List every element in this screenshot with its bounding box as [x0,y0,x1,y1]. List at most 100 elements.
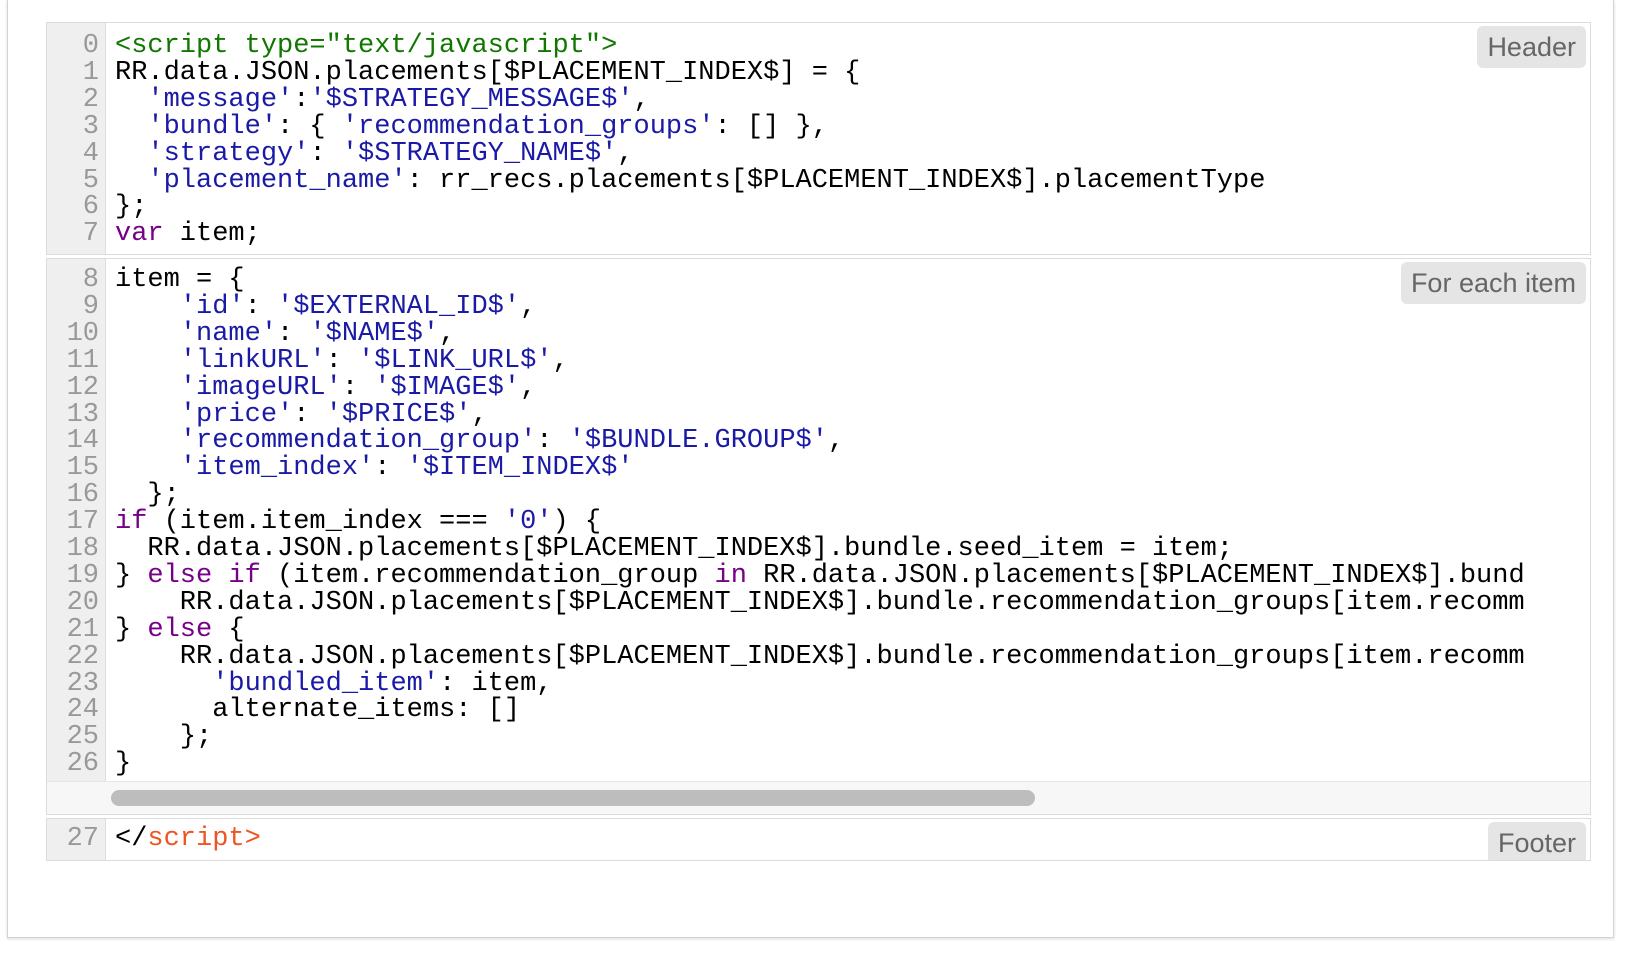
code-line[interactable]: 19} else if (item.recommendation_group i… [47,562,1590,590]
code-text[interactable]: 'id': '$EXTERNAL_ID$', [115,293,536,321]
scrollbar-thumb[interactable] [111,790,1035,806]
code-token: , [633,84,650,115]
code-line[interactable]: 20 RR.data.JSON.placements[$PLACEMENT_IN… [47,589,1590,617]
code-token: (item.recommendation_group [260,560,715,591]
code-line[interactable]: 2 'message':'$STRATEGY_MESSAGE$', [47,86,1590,114]
code-token: , [552,345,569,376]
code-text[interactable]: RR.data.JSON.placements[$PLACEMENT_INDEX… [115,535,1233,563]
code-line[interactable]: 22 RR.data.JSON.placements[$PLACEMENT_IN… [47,641,1590,672]
code-line[interactable]: 17 if (item.item_index === '0') { [47,508,1590,536]
code-text[interactable]: } else { [115,616,245,644]
code-line[interactable]: 11 'linkURL': '$LINK_URL$', [47,345,1590,376]
footer-section[interactable]: 27 </script> Footer [46,818,1591,861]
code-line[interactable]: 27 </script> [47,825,1590,853]
code-line[interactable]: 15 'item_index': '$ITEM_INDEX$' [47,454,1590,482]
code-text[interactable]: }; [115,193,147,221]
code-text[interactable]: </script> [115,825,261,853]
code-token: : [244,291,278,322]
line-number: 27 [66,824,99,854]
code-text[interactable]: }; [115,480,180,511]
code-token: }; [115,722,213,753]
code-text[interactable]: 'name': '$NAME$', [115,320,455,348]
code-text[interactable]: RR.data.JSON.placements[$PLACEMENT_INDEX… [115,59,860,87]
code-text[interactable]: 'strategy': '$STRATEGY_NAME$', [115,138,633,169]
code-line[interactable]: 24 alternate_items: [] [47,696,1590,724]
line-number: 0 [82,31,99,61]
code-line[interactable]: 21 } else { [47,614,1590,645]
code-text[interactable]: alternate_items: [] [115,696,520,724]
code-line[interactable]: 25 }; [47,723,1590,751]
code-line[interactable]: 12 'imageURL': '$IMAGE$', [47,372,1590,403]
code-token: : [341,372,375,403]
code-text[interactable]: item = { [115,266,245,294]
code-line[interactable]: 14 'recommendation_group': '$BUNDLE.GROU… [47,427,1590,455]
line-number: 8 [82,265,99,295]
code-line[interactable]: 26} [47,750,1590,778]
line-number: 21 [66,614,99,645]
line-number: 14 [66,426,99,457]
code-text[interactable]: } [115,750,131,778]
line-number: 18 [66,534,99,564]
code-text[interactable]: 'bundled_item': item, [115,669,552,699]
code-text[interactable]: 'message':'$STRATEGY_MESSAGE$', [115,84,650,115]
code-line[interactable]: 4 'strategy': '$STRATEGY_NAME$', [47,138,1590,169]
for-each-item-section[interactable]: 8 item = {9 'id': '$EXTERNAL_ID$', 10 'nam… [46,258,1591,815]
code-text[interactable]: RR.data.JSON.placements[$PLACEMENT_INDEX… [115,589,1525,617]
code-token: } [115,749,132,780]
line-number: 11 [66,345,99,376]
code-token: : [] }, [714,111,828,142]
line-number: 23 [66,668,99,699]
code-token: RR.data.JSON.placements[$PLACEMENT_INDEX… [115,641,1525,672]
code-token: RR.data.JSON.placements[$PLACEMENT_INDEX… [115,534,1233,564]
section-label-header: Header [1477,26,1586,68]
code-token: '$LINK_URL$' [358,345,553,376]
code-line[interactable]: 10 'name': '$NAME$', [47,320,1590,348]
header-section[interactable]: 0 <script type="text/javascript"> 1 RR.data… [46,22,1591,255]
code-line[interactable]: 9 'id': '$EXTERNAL_ID$', [47,293,1590,321]
code-token: }; [115,480,180,511]
code-text[interactable]: 'recommendation_group': '$BUNDLE.GROUP$'… [115,427,844,455]
code-line[interactable]: 23 'bundled_item': item, [47,668,1590,699]
code-text[interactable]: 'imageURL': '$IMAGE$', [115,372,536,403]
code-line[interactable]: 8 item = { [47,266,1590,294]
code-token: '$BUNDLE.GROUP$' [568,426,828,457]
code-line[interactable]: 18 RR.data.JSON.placements[$PLACEMENT_IN… [47,535,1590,563]
code-text[interactable]: RR.data.JSON.placements[$PLACEMENT_INDEX… [115,641,1525,672]
code-text[interactable]: 'linkURL': '$LINK_URL$', [115,347,569,375]
code-text[interactable]: 'price': '$PRICE$', [115,400,488,429]
line-number: 6 [82,192,99,223]
code-token: : [277,318,310,349]
code-token: : [309,138,342,169]
code-line[interactable]: 3 'bundle': { 'recommendation_groups': [… [47,112,1590,141]
horizontal-scrollbar[interactable] [47,781,1590,814]
code-text[interactable]: 'bundle': { 'recommendation_groups': [] … [115,113,828,141]
code-token: <script type="text/javascript"> [115,31,618,61]
code-token: ) { [552,507,602,538]
code-token: '$STRATEGY_NAME$' [341,138,618,169]
line-number: 22 [66,641,99,672]
editor-panel: 0 <script type="text/javascript"> 1 RR.data… [7,0,1614,938]
code-line[interactable]: 5 'placement_name': rr_recs.placements[$… [47,165,1590,196]
code-token: 'linkURL' [179,345,326,376]
code-token: { [212,614,245,645]
line-number: 16 [66,480,99,511]
code-text[interactable]: var item; [115,220,261,248]
code-line[interactable]: 6}; [47,193,1590,221]
code-text[interactable]: if (item.item_index === '0') { [115,508,601,536]
code-line[interactable]: 13 'price': '$PRICE$', [47,400,1590,429]
code-line[interactable]: 0 <script type="text/javascript"> [47,32,1590,60]
code-text[interactable]: 'item_index': '$ITEM_INDEX$' [115,454,634,482]
code-text[interactable]: } else if (item.recommendation_group in … [115,562,1525,590]
code-text[interactable]: 'placement_name': rr_recs.placements[$PL… [115,165,1265,196]
code-line[interactable]: 1 RR.data.JSON.placements[$PLACEMENT_INDE… [47,59,1590,87]
code-token: : [293,84,310,115]
code-line[interactable]: 7 var item; [47,220,1590,248]
code-line[interactable]: 16 }; [47,481,1590,509]
code-token: 'placement_name' [147,165,407,196]
code-text[interactable]: }; [115,723,212,751]
code-text[interactable]: <script type="text/javascript"> [115,32,617,60]
line-number: 17 [66,507,99,538]
